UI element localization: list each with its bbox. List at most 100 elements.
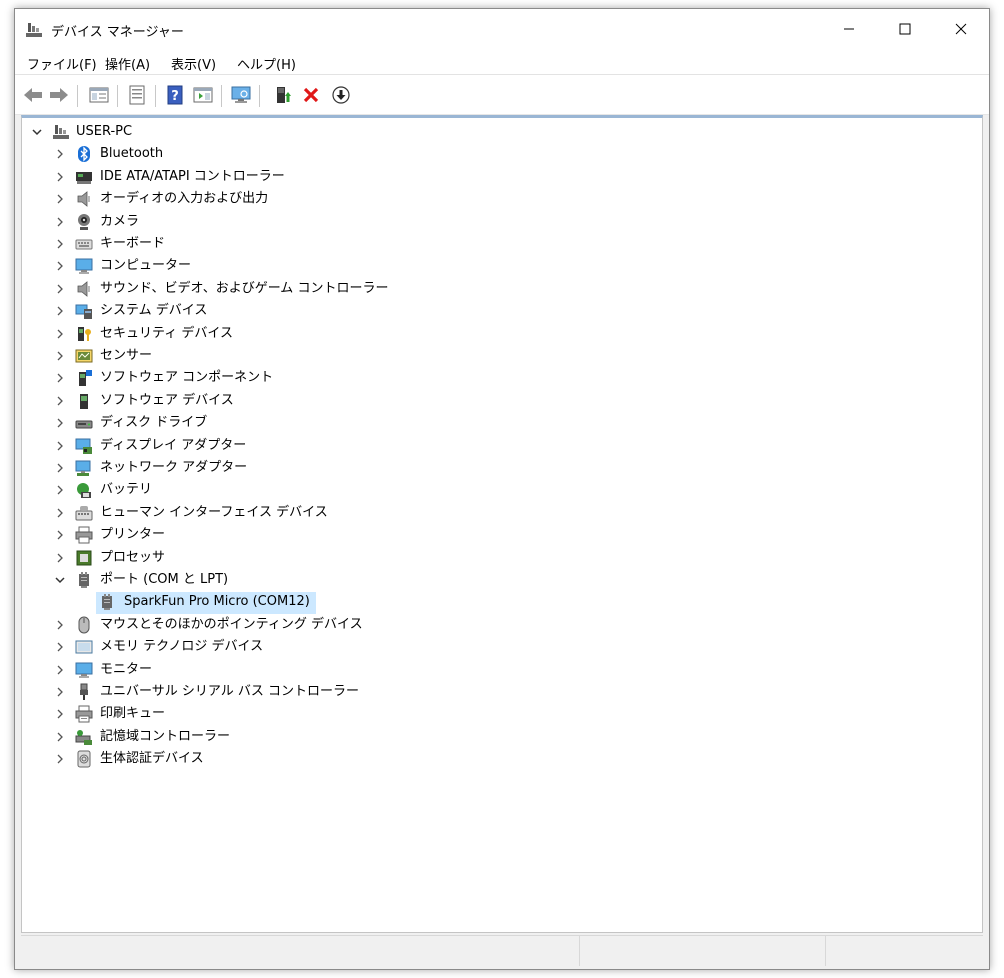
chevron-right-icon[interactable] [54, 664, 66, 676]
action-pane-icon [193, 87, 213, 103]
chevron-right-icon[interactable] [54, 440, 66, 452]
ide-controller-icon [75, 168, 93, 186]
svg-text:?: ? [171, 89, 179, 104]
chevron-down-icon[interactable] [31, 126, 43, 138]
tree-category[interactable]: サウンド、ビデオ、およびゲーム コントローラー [22, 278, 982, 300]
tree-category[interactable]: マウスとそのほかのポインティング デバイス [22, 614, 982, 636]
chevron-right-icon[interactable] [54, 686, 66, 698]
print-queue-icon [75, 705, 93, 723]
category-label: センサー [100, 348, 153, 363]
tree-category[interactable]: ユニバーサル シリアル バス コントローラー [22, 681, 982, 703]
system-device-icon [75, 302, 93, 320]
tree-device-sparkfun[interactable]: SparkFun Pro Micro (COM12) [22, 591, 982, 613]
chevron-right-icon[interactable] [54, 529, 66, 541]
chevron-right-icon[interactable] [54, 372, 66, 384]
window-title: デバイス マネージャー [51, 25, 184, 40]
tree-category[interactable]: ディスク ドライブ [22, 412, 982, 434]
tree-category[interactable]: ソフトウェア デバイス [22, 390, 982, 412]
maximize-button[interactable] [877, 9, 933, 49]
chevron-right-icon[interactable] [54, 462, 66, 474]
tree-category[interactable]: カメラ [22, 211, 982, 233]
chevron-right-icon[interactable] [54, 753, 66, 765]
chevron-right-icon[interactable] [54, 417, 66, 429]
action-pane-button[interactable] [191, 83, 215, 107]
chevron-right-icon[interactable] [54, 216, 66, 228]
tree-category[interactable]: モニター [22, 659, 982, 681]
menu-view[interactable]: 表示(V) [171, 54, 216, 73]
tree-category[interactable]: システム デバイス [22, 300, 982, 322]
tree-category[interactable]: バッテリ [22, 479, 982, 501]
chevron-right-icon[interactable] [54, 731, 66, 743]
speaker-icon [75, 190, 93, 208]
tree-category[interactable]: コンピューター [22, 255, 982, 277]
chevron-right-icon[interactable] [54, 283, 66, 295]
properties-icon [129, 85, 145, 105]
chevron-right-icon[interactable] [54, 619, 66, 631]
console-tree-button[interactable] [87, 83, 111, 107]
chevron-right-icon[interactable] [54, 238, 66, 250]
chevron-down-icon[interactable] [54, 574, 66, 586]
help-button[interactable]: ? [163, 83, 187, 107]
root-label: USER-PC [76, 124, 133, 139]
chevron-right-icon[interactable] [54, 193, 66, 205]
tree-category[interactable]: ディスプレイ アダプター [22, 435, 982, 457]
chevron-right-icon[interactable] [54, 552, 66, 564]
update-driver-button[interactable] [271, 83, 295, 107]
scan-hardware-button[interactable] [229, 83, 253, 107]
menu-file[interactable]: ファイル(F) [27, 54, 97, 73]
tree-category[interactable]: ヒューマン インターフェイス デバイス [22, 502, 982, 524]
chevron-right-icon[interactable] [54, 305, 66, 317]
chevron-right-icon[interactable] [54, 708, 66, 720]
tree-category[interactable]: センサー [22, 345, 982, 367]
chevron-right-icon[interactable] [54, 328, 66, 340]
console-tree-icon [89, 87, 109, 103]
menu-bar: ファイル(F) 操作(A) 表示(V) ヘルプ(H) [15, 49, 989, 75]
tree-category[interactable]: セキュリティ デバイス [22, 323, 982, 345]
disable-device-button[interactable] [329, 83, 353, 107]
processor-icon [75, 549, 93, 567]
tree-category[interactable]: オーディオの入力および出力 [22, 188, 982, 210]
tree-root-computer[interactable]: USER-PC [22, 121, 982, 143]
chevron-right-icon[interactable] [54, 260, 66, 272]
chevron-right-icon[interactable] [54, 484, 66, 496]
category-label: マウスとそのほかのポインティング デバイス [100, 616, 363, 632]
chevron-right-icon[interactable] [54, 148, 66, 160]
port-connector-icon [75, 571, 93, 589]
tree-category[interactable]: メモリ テクノロジ デバイス [22, 636, 982, 658]
toolbar-separator [155, 85, 156, 107]
forward-button[interactable] [47, 83, 71, 107]
minimize-button[interactable] [821, 9, 877, 49]
menu-help[interactable]: ヘルプ(H) [237, 54, 296, 73]
chevron-right-icon[interactable] [54, 395, 66, 407]
tree-category[interactable]: 記憶域コントローラー [22, 726, 982, 748]
tree-category[interactable]: 生体認証デバイス [22, 748, 982, 770]
category-label: 印刷キュー [100, 706, 166, 722]
usb-icon [75, 683, 93, 701]
toolbar-separator [77, 85, 78, 107]
category-label: セキュリティ デバイス [100, 325, 233, 341]
chevron-right-icon[interactable] [54, 507, 66, 519]
menu-action[interactable]: 操作(A) [105, 54, 150, 73]
device-tree[interactable]: USER-PC Bluetooth IDE ATA/ATAPI コントローラーオーデ… [21, 115, 983, 933]
tree-category[interactable]: プリンター [22, 524, 982, 546]
close-button[interactable] [933, 9, 989, 49]
category-label: IDE ATA/ATAPI コントローラー [100, 168, 285, 184]
tree-category[interactable]: ポート (COM と LPT) [22, 569, 982, 591]
tree-category[interactable]: 印刷キュー [22, 703, 982, 725]
uninstall-device-button[interactable] [299, 83, 323, 107]
category-label: ソフトウェア デバイス [100, 392, 234, 408]
tree-category[interactable]: プロセッサ [22, 547, 982, 569]
port-connector-icon [98, 593, 116, 611]
printer-icon [75, 526, 93, 544]
chevron-right-icon[interactable] [54, 171, 66, 183]
chevron-right-icon[interactable] [54, 350, 66, 362]
tree-category[interactable]: IDE ATA/ATAPI コントローラー [22, 166, 982, 188]
tree-category[interactable]: Bluetooth [22, 143, 982, 165]
tree-category[interactable]: ソフトウェア コンポーネント [22, 367, 982, 389]
tree-category[interactable]: キーボード [22, 233, 982, 255]
back-button[interactable] [21, 83, 45, 107]
category-label: モニター [100, 661, 153, 677]
chevron-right-icon[interactable] [54, 641, 66, 653]
properties-button[interactable] [125, 83, 149, 107]
tree-category[interactable]: ネットワーク アダプター [22, 457, 982, 479]
